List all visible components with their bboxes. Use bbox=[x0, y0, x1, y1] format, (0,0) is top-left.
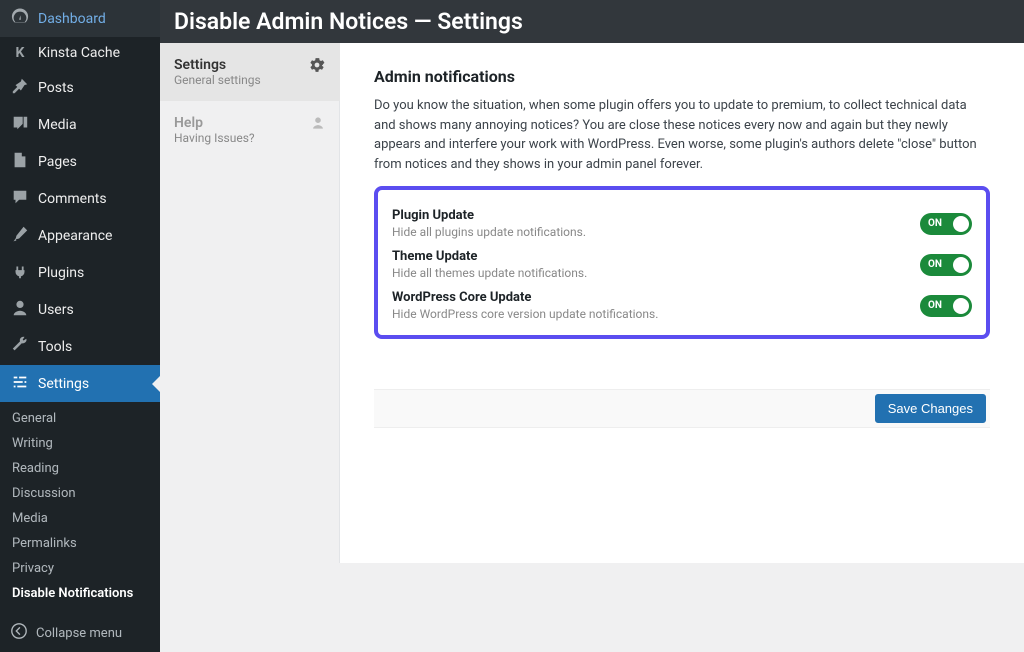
sidebar-item-label: Pages bbox=[38, 154, 77, 170]
submenu-item-permalinks[interactable]: Permalinks bbox=[0, 531, 160, 556]
setting-row-plugin-update: Plugin Update Hide all plugins update no… bbox=[392, 198, 972, 239]
gear-icon bbox=[309, 57, 325, 77]
sidebar-item-dashboard[interactable]: Dashboard bbox=[0, 0, 160, 37]
sidebar-item-comments[interactable]: Comments bbox=[0, 180, 160, 217]
plugin-tabs: Settings General settings Help Having Is… bbox=[160, 43, 340, 563]
k-icon: K bbox=[10, 46, 30, 60]
sidebar-item-posts[interactable]: Posts bbox=[0, 69, 160, 106]
plug-icon bbox=[10, 262, 30, 283]
setting-row-theme-update: Theme Update Hide all themes update noti… bbox=[392, 239, 972, 280]
collapse-icon bbox=[10, 622, 28, 644]
sliders-icon bbox=[10, 373, 30, 394]
page-title: Disable Admin Notices — Settings bbox=[160, 0, 1024, 43]
main-area: Disable Admin Notices — Settings Setting… bbox=[160, 0, 1024, 563]
tab-title: Help bbox=[174, 115, 255, 131]
save-bar: Save Changes bbox=[374, 389, 990, 428]
sidebar-item-pages[interactable]: Pages bbox=[0, 143, 160, 180]
sidebar-item-settings[interactable]: Settings bbox=[0, 365, 160, 402]
sidebar-item-users[interactable]: Users bbox=[0, 291, 160, 328]
submenu-item-general[interactable]: General bbox=[0, 406, 160, 431]
comment-icon bbox=[10, 188, 30, 209]
sidebar-item-media[interactable]: Media bbox=[0, 106, 160, 143]
submenu-item-privacy[interactable]: Privacy bbox=[0, 556, 160, 581]
submenu-item-reading[interactable]: Reading bbox=[0, 456, 160, 481]
sidebar-item-appearance[interactable]: Appearance bbox=[0, 217, 160, 254]
content-heading: Admin notifications bbox=[374, 67, 990, 86]
submenu-item-discussion[interactable]: Discussion bbox=[0, 481, 160, 506]
submenu-item-writing[interactable]: Writing bbox=[0, 431, 160, 456]
sidebar-item-tools[interactable]: Tools bbox=[0, 328, 160, 365]
toggle-theme-update[interactable]: ON bbox=[920, 254, 972, 276]
toggle-state: ON bbox=[928, 218, 942, 229]
submenu-item-disable-notifications[interactable]: Disable Notifications bbox=[0, 581, 160, 606]
collapse-label: Collapse menu bbox=[36, 626, 122, 641]
speedometer-icon bbox=[10, 8, 30, 29]
toggle-state: ON bbox=[928, 259, 942, 270]
setting-title: Theme Update bbox=[392, 249, 587, 264]
sidebar-item-label: Comments bbox=[38, 191, 107, 207]
tab-subtitle: General settings bbox=[174, 73, 261, 87]
brush-icon bbox=[10, 225, 30, 246]
media-icon bbox=[10, 114, 30, 135]
sidebar-item-kinsta-cache[interactable]: K Kinsta Cache bbox=[0, 37, 160, 69]
sidebar-item-label: Tools bbox=[38, 339, 72, 355]
content-panel: Admin notifications Do you know the situ… bbox=[340, 43, 1024, 563]
settings-submenu: General Writing Reading Discussion Media… bbox=[0, 402, 160, 614]
person-icon bbox=[311, 115, 325, 134]
sidebar-item-label: Dashboard bbox=[38, 11, 106, 27]
highlight-box: Plugin Update Hide all plugins update no… bbox=[374, 186, 990, 339]
tab-settings[interactable]: Settings General settings bbox=[160, 43, 340, 101]
sidebar-item-label: Appearance bbox=[38, 228, 112, 244]
setting-subtitle: Hide all themes update notifications. bbox=[392, 266, 587, 280]
setting-subtitle: Hide WordPress core version update notif… bbox=[392, 307, 658, 321]
setting-subtitle: Hide all plugins update notifications. bbox=[392, 225, 586, 239]
sidebar-item-label: Settings bbox=[38, 376, 89, 392]
save-button[interactable]: Save Changes bbox=[875, 394, 986, 423]
admin-sidebar: Dashboard K Kinsta Cache Posts Media Pag… bbox=[0, 0, 160, 563]
user-icon bbox=[10, 299, 30, 320]
sidebar-item-plugins[interactable]: Plugins bbox=[0, 254, 160, 291]
setting-title: WordPress Core Update bbox=[392, 290, 658, 305]
toggle-state: ON bbox=[928, 300, 942, 311]
submenu-item-media[interactable]: Media bbox=[0, 506, 160, 531]
setting-row-wp-core-update: WordPress Core Update Hide WordPress cor… bbox=[392, 280, 972, 321]
toggle-plugin-update[interactable]: ON bbox=[920, 213, 972, 235]
sidebar-item-label: Posts bbox=[38, 80, 74, 96]
page-icon bbox=[10, 151, 30, 172]
sidebar-item-label: Plugins bbox=[38, 265, 84, 281]
sidebar-item-label: Kinsta Cache bbox=[38, 45, 120, 61]
content-description: Do you know the situation, when some plu… bbox=[374, 96, 990, 174]
setting-title: Plugin Update bbox=[392, 208, 586, 223]
tab-title: Settings bbox=[174, 57, 261, 73]
content-wrap: Settings General settings Help Having Is… bbox=[160, 43, 1024, 563]
wrench-icon bbox=[10, 336, 30, 357]
collapse-menu[interactable]: Collapse menu bbox=[0, 614, 160, 652]
tab-help[interactable]: Help Having Issues? bbox=[160, 101, 339, 159]
pin-icon bbox=[10, 77, 30, 98]
tab-subtitle: Having Issues? bbox=[174, 131, 255, 145]
sidebar-item-label: Media bbox=[38, 117, 77, 133]
toggle-wp-core-update[interactable]: ON bbox=[920, 295, 972, 317]
sidebar-item-label: Users bbox=[38, 302, 74, 318]
